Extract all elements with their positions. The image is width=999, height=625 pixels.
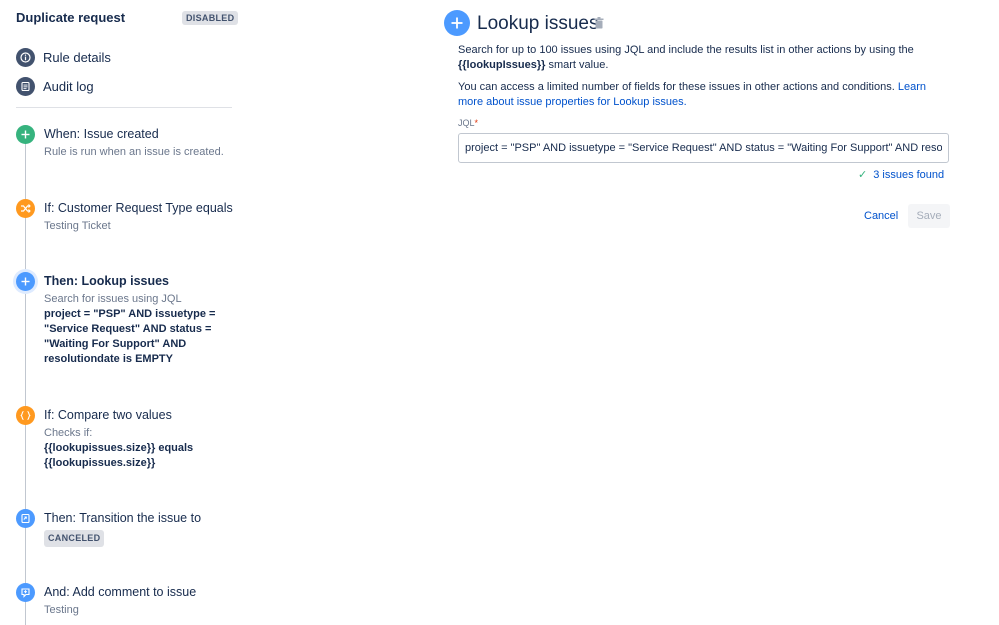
step-then-lookup-issues[interactable]: Then: Lookup issues Search for issues us… xyxy=(16,272,236,372)
step-if-customer-request-type[interactable]: If: Customer Request Type equals Testing… xyxy=(16,199,236,239)
description-paragraph-1: Search for up to 100 issues using JQL an… xyxy=(458,43,948,73)
shuffle-icon xyxy=(16,199,35,218)
plus-icon xyxy=(444,10,470,36)
status-lozenge: CANCELED xyxy=(44,530,105,547)
step-description: CANCELED xyxy=(44,530,234,547)
required-marker: * xyxy=(474,118,479,128)
plus-icon xyxy=(16,125,35,144)
description-text: Search for up to 100 issues using JQL an… xyxy=(458,44,914,56)
rule-title: Duplicate request xyxy=(16,10,126,25)
step-title: Then: Transition the issue to xyxy=(44,511,202,525)
step-title: Then: Lookup issues xyxy=(44,274,170,288)
step-description: Testing Ticket xyxy=(44,220,111,232)
jql-input[interactable] xyxy=(458,133,949,163)
description-text: smart value. xyxy=(548,59,609,71)
jql-label-text: JQL xyxy=(458,118,475,128)
step-if-compare-two-values[interactable]: If: Compare two values Checks if: {{look… xyxy=(16,406,236,476)
braces-icon xyxy=(16,406,35,425)
nav-audit-log[interactable]: Audit log xyxy=(16,76,94,96)
step-when-issue-created[interactable]: When: Issue created Rule is run when an … xyxy=(16,125,236,165)
step-title: And: Add comment to issue xyxy=(44,585,197,599)
description-paragraph-2: You can access a limited number of field… xyxy=(458,80,948,110)
step-title: When: Issue created xyxy=(44,127,159,141)
step-description-prefix: Search for issues using JQL xyxy=(44,293,182,305)
description-text: You can access a limited number of field… xyxy=(458,81,895,93)
comment-icon xyxy=(16,583,35,602)
step-title: If: Customer Request Type equals xyxy=(44,201,233,215)
cancel-button[interactable]: Cancel xyxy=(856,205,906,227)
transition-icon xyxy=(16,509,35,528)
step-description-jql: project = "PSP" AND issuetype = "Service… xyxy=(44,308,216,365)
issues-found-status: ✓ 3 issues found xyxy=(858,168,945,182)
step-description-prefix: Checks if: xyxy=(44,427,93,439)
nav-audit-log-label: Audit log xyxy=(43,78,94,94)
step-description: Search for issues using JQL project = "P… xyxy=(44,292,234,367)
info-icon xyxy=(16,47,35,67)
trash-icon[interactable] xyxy=(594,17,606,31)
nav-rule-details-label: Rule details xyxy=(43,49,111,65)
nav-rule-details[interactable]: Rule details xyxy=(16,47,111,67)
step-description: Testing xyxy=(44,604,79,616)
step-and-add-comment[interactable]: And: Add comment to issue Testing xyxy=(16,583,236,623)
step-then-transition-issue[interactable]: Then: Transition the issue to CANCELED xyxy=(16,509,236,549)
step-description: Checks if: {{lookupissues.size}} equals … xyxy=(44,426,234,471)
save-button[interactable]: Save xyxy=(908,204,950,228)
rule-sidebar: Duplicate request DISABLED Rule details … xyxy=(0,0,240,625)
jql-label: JQL* xyxy=(458,118,478,128)
step-description-condition: {{lookupissues.size}} equals {{lookupiss… xyxy=(44,442,194,469)
plus-icon xyxy=(16,272,35,291)
step-title: If: Compare two values xyxy=(44,408,172,422)
divider xyxy=(16,107,232,108)
check-icon: ✓ xyxy=(858,169,868,181)
smart-value: {{lookupIssues}} xyxy=(458,59,546,71)
document-icon xyxy=(16,76,35,96)
issues-found-text: 3 issues found xyxy=(873,168,945,181)
panel-title: Lookup issues xyxy=(477,13,599,34)
status-badge: DISABLED xyxy=(182,11,239,25)
step-description: Rule is run when an issue is created. xyxy=(44,146,224,158)
